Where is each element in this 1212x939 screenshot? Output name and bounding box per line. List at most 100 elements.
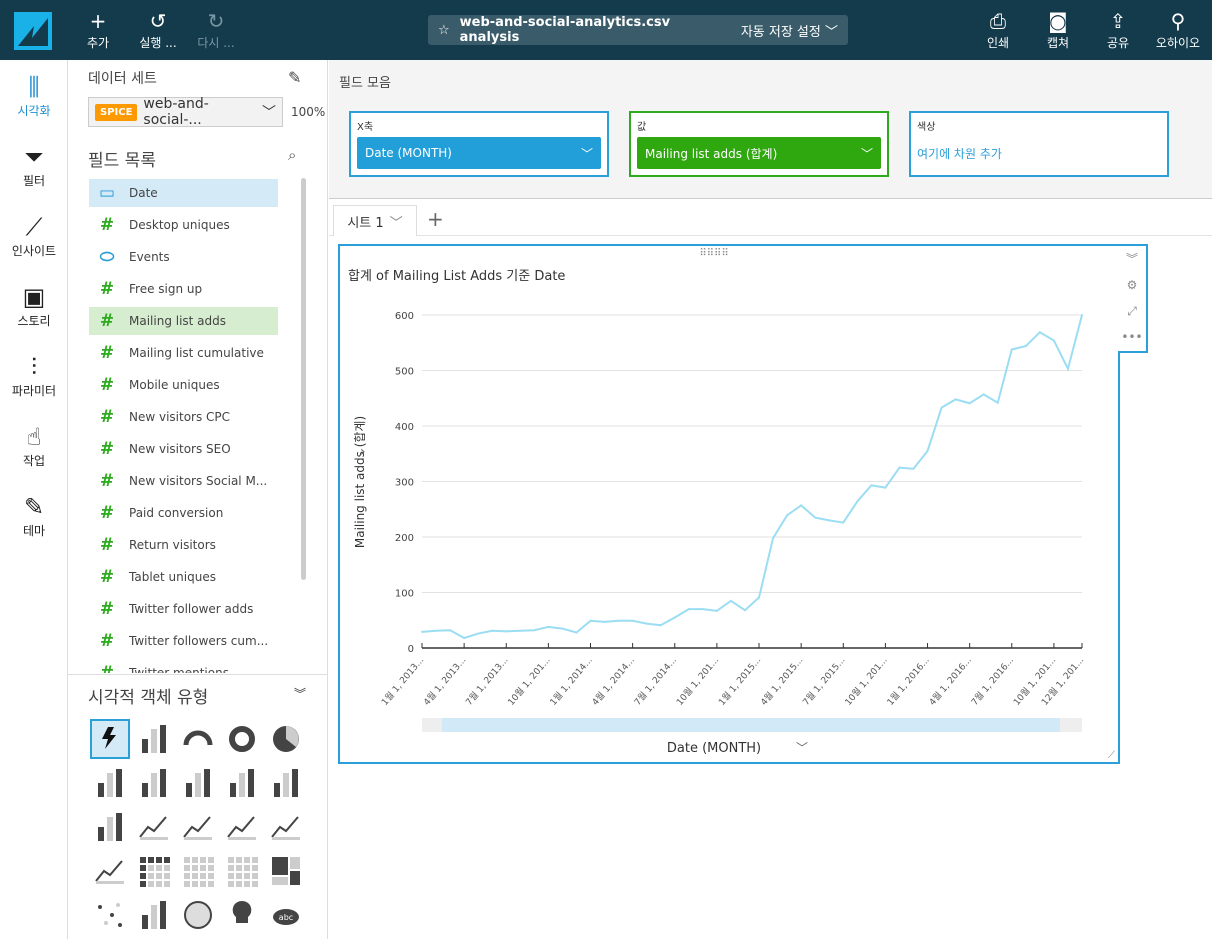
value-field-pill[interactable]: Mailing list adds (합계) ﹀ <box>637 137 881 169</box>
visual-type-heat-map[interactable] <box>222 851 262 891</box>
visual-type-vertical-bar[interactable] <box>134 763 174 803</box>
autosave-dropdown[interactable]: 자동 저장 설정 ﹀ <box>741 21 838 40</box>
visual-type-table[interactable] <box>178 851 218 891</box>
add-sheet-button[interactable]: + <box>427 207 444 231</box>
visual-type-vertical-100-bar[interactable] <box>90 807 130 847</box>
visual-type-horizontal-stacked-bar[interactable] <box>178 763 218 803</box>
visual-type-kpi[interactable] <box>134 719 174 759</box>
x-axis-scrollbar-thumb[interactable] <box>442 718 1060 732</box>
visual-type-combo-stacked[interactable] <box>266 807 306 847</box>
area-icon <box>183 816 212 840</box>
settings-gear-icon[interactable]: ⚙ <box>1127 272 1138 298</box>
expand-icon[interactable]: ⤢ <box>1127 298 1137 324</box>
quicksight-logo[interactable] <box>14 12 52 50</box>
field-item[interactable]: # Twitter mentions <box>89 659 278 673</box>
visual-type-pivot-table[interactable] <box>134 851 174 891</box>
measure-hash-icon: # <box>99 535 115 555</box>
visual-type-geo-map[interactable] <box>178 895 218 935</box>
visual-type-pie[interactable] <box>266 719 306 759</box>
y-tick-label: 500 <box>395 367 414 378</box>
line-chart-visual[interactable]: 합계 of Mailing List Adds 기준 Date ⠿⠿⠿⠿ 0 100 2… <box>338 244 1120 764</box>
field-item[interactable]: # Desktop uniques <box>89 211 278 239</box>
visual-type-line[interactable] <box>134 807 174 847</box>
visual-type-word-cloud[interactable]: abc <box>266 895 306 935</box>
collapse-chevron-icon[interactable]: ︾ <box>294 685 306 702</box>
rail-item-5[interactable]: ☝ 작업 <box>0 422 68 469</box>
collapse-icon[interactable]: ︾ <box>1126 246 1138 272</box>
star-icon[interactable]: ☆ <box>438 23 450 38</box>
field-list-scrollbar[interactable] <box>301 178 306 580</box>
field-item[interactable]: # New visitors Social M... <box>89 467 278 495</box>
visual-type-autograph[interactable] <box>90 719 130 759</box>
rail-item-1[interactable]: ⏷ 필터 <box>0 142 68 189</box>
dataset-select[interactable]: SPICE web-and-social-... ﹀ <box>88 96 283 128</box>
capture-button[interactable]: ◙ 캡쳐 <box>1028 8 1088 51</box>
region-button[interactable]: ⚲ 오하이오 <box>1148 8 1208 51</box>
geo-map-icon <box>184 901 212 929</box>
visual-type-vertical-stacked-bar[interactable] <box>222 763 262 803</box>
field-wells-title: 필드 모음 <box>339 76 391 91</box>
value-well[interactable]: 값 Mailing list adds (합계) ﹀ <box>629 111 889 177</box>
autograph-icon <box>102 727 116 749</box>
field-item[interactable]: # Mailing list cumulative <box>89 339 278 367</box>
field-list: ▭ Date # Desktop uniques ⬭ Events # Free sign u… <box>68 175 308 673</box>
search-icon[interactable]: ⌕ <box>288 146 296 164</box>
printer-icon: ⎙ <box>990 9 1006 33</box>
more-options-icon[interactable]: ••• <box>1121 324 1142 350</box>
measure-hash-icon: # <box>99 407 115 427</box>
field-item[interactable]: ▭ Date <box>89 179 278 207</box>
visual-type-area[interactable] <box>178 807 218 847</box>
field-item[interactable]: ⬭ Events <box>89 243 278 271</box>
analysis-title[interactable]: web-and-social-analytics.csv analysis <box>460 15 731 45</box>
visual-type-stacked-area[interactable] <box>90 851 130 891</box>
pie-icon <box>273 726 299 752</box>
rail-item-0[interactable]: ⫼ 시각화 <box>0 72 68 119</box>
field-item[interactable]: # Mailing list adds <box>89 307 278 335</box>
data-point <box>870 484 873 487</box>
field-item[interactable]: # Paid conversion <box>89 499 278 527</box>
add-button[interactable]: + 추가 <box>68 8 128 51</box>
rail-item-6[interactable]: ✎ 테마 <box>0 492 68 539</box>
data-point <box>701 608 704 611</box>
share-button[interactable]: ⇪ 공유 <box>1088 8 1148 51</box>
visual-type-donut[interactable] <box>222 719 262 759</box>
visual-type-histogram[interactable] <box>134 895 174 935</box>
visual-type-combo-clustered[interactable] <box>222 807 262 847</box>
x-axis-field-pill[interactable]: Date (MONTH) ﹀ <box>357 137 601 169</box>
visual-type-horizontal-100-bar[interactable] <box>266 763 306 803</box>
redo-icon: ↻ <box>207 9 225 33</box>
field-item[interactable]: # Twitter followers cum... <box>89 627 278 655</box>
x-tick-label: 1월 1, 2013... <box>379 654 427 708</box>
visual-type-gauge[interactable] <box>178 719 218 759</box>
dataset-label: 데이터 세트 <box>88 71 157 87</box>
tab-sheet-1[interactable]: 시트 1 ﹀ <box>333 205 417 237</box>
field-item[interactable]: # Return visitors <box>89 531 278 559</box>
color-well[interactable]: 색상 여기에 차원 추가 <box>909 111 1169 177</box>
rail-item-2[interactable]: ⟋ 인사이트 <box>0 212 68 259</box>
print-button[interactable]: ⎙ 인쇄 <box>968 8 1028 51</box>
visual-type-horizontal-bar[interactable] <box>90 763 130 803</box>
field-item[interactable]: # New visitors SEO <box>89 435 278 463</box>
data-point <box>631 619 634 622</box>
x-axis-field: Date (MONTH) <box>365 146 452 160</box>
data-point <box>1038 331 1041 334</box>
visual-type-scatter[interactable] <box>90 895 130 935</box>
measure-hash-icon: # <box>99 375 115 395</box>
redo-button[interactable]: ↻ 다시 ... <box>186 8 246 51</box>
drag-handle-icon: ⠿⠿⠿⠿ <box>699 248 728 259</box>
dataset-name: web-and-social-... <box>143 96 209 128</box>
edit-pencil-icon[interactable]: ✎ <box>288 68 301 87</box>
x-axis-well[interactable]: X축 Date (MONTH) ﹀ <box>349 111 609 177</box>
rail-item-3[interactable]: ▣ 스토리 <box>0 282 68 329</box>
visual-types-title: 시각적 객체 유형 <box>88 688 209 708</box>
undo-button[interactable]: ↺ 실행 ... <box>128 8 188 51</box>
field-item[interactable]: # Mobile uniques <box>89 371 278 399</box>
rail-item-4[interactable]: ⫶ 파라미터 <box>0 352 68 399</box>
x-tick-label: 4월 1, 2015... <box>758 654 806 708</box>
field-item[interactable]: # Twitter follower adds <box>89 595 278 623</box>
visual-type-tree-map[interactable] <box>266 851 306 891</box>
visual-type-insight[interactable] <box>222 895 262 935</box>
field-item[interactable]: # Free sign up <box>89 275 278 303</box>
field-item[interactable]: # New visitors CPC <box>89 403 278 431</box>
field-item[interactable]: # Tablet uniques <box>89 563 278 591</box>
